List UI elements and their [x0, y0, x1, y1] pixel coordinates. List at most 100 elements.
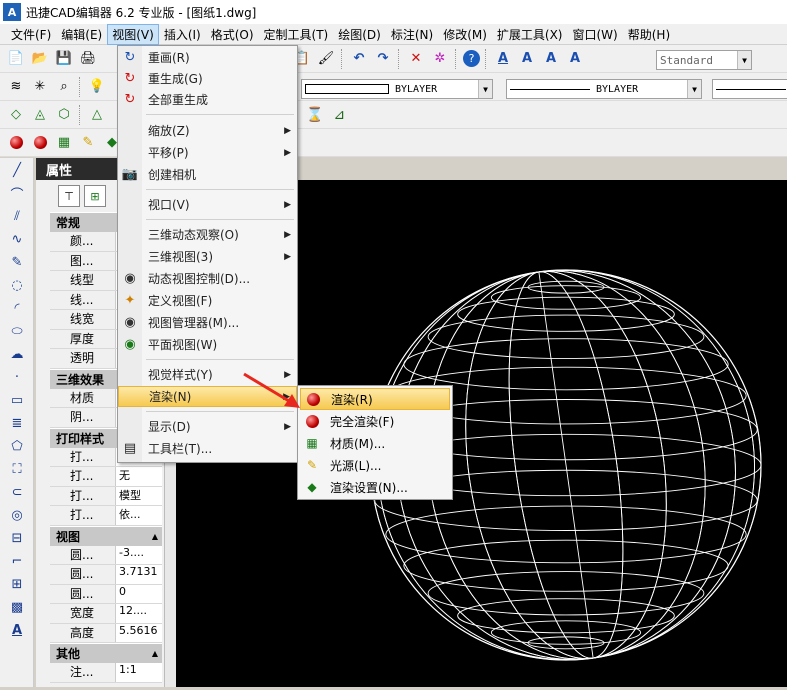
text-edit-icon[interactable]: A [541, 49, 561, 69]
point-tool-icon[interactable]: · [3, 366, 31, 388]
open-folder-icon[interactable]: 📂 [30, 49, 50, 69]
redo-icon[interactable]: ↷ [373, 49, 393, 69]
lineweight-select[interactable]: BYLAYER ▼ [506, 79, 702, 99]
menu-edit[interactable]: 编辑(E) [56, 24, 107, 45]
menu-format[interactable]: 格式(O) [206, 24, 259, 45]
sketch-tool-icon[interactable]: ✎ [3, 251, 31, 273]
purge-icon[interactable]: ✲ [430, 49, 450, 69]
text-find-icon[interactable]: A [565, 49, 585, 69]
menu-modify[interactable]: 修改(M) [438, 24, 492, 45]
submenu-item-full-render[interactable]: 完全渲染(F) [300, 410, 450, 432]
menu-item-3d-orbit[interactable]: 三维动态观察(O) ▶ [118, 224, 297, 245]
layer-manager-icon[interactable]: ≋ [6, 77, 26, 97]
property-row[interactable]: 高度 5.5616 [50, 623, 162, 643]
property-value[interactable]: 无 [116, 467, 162, 486]
property-value[interactable]: 模型 [116, 486, 162, 505]
box-3d-icon[interactable]: ◇ [6, 105, 26, 125]
collapse-icon[interactable]: ▲ [152, 532, 158, 541]
rectangle-tool-icon[interactable]: ▭ [3, 389, 31, 411]
property-row[interactable]: 宽度 12.... [50, 604, 162, 624]
text-tool-icon[interactable]: A [3, 619, 31, 641]
revcloud-tool-icon[interactable]: ☁ [3, 343, 31, 365]
render-icon[interactable] [6, 133, 26, 153]
region-tool-icon[interactable]: ⛶ [3, 458, 31, 480]
menu-item-viewports[interactable]: 视口(V) ▶ [118, 194, 297, 215]
linetype-select[interactable]: BYLAYER ▼ [301, 79, 493, 99]
wipeout-tool-icon[interactable]: ⊟ [3, 527, 31, 549]
menu-item-dview[interactable]: ◉ 动态视图控制(D)... [118, 268, 297, 289]
submenu-item-materials[interactable]: ▦ 材质(M)... [300, 432, 450, 454]
ellipse-tool-icon[interactable]: ⬭ [3, 320, 31, 342]
print-icon[interactable]: 🖨 [78, 49, 98, 69]
menu-item-pan[interactable]: 平移(P) ▶ [118, 142, 297, 163]
layer-previous-icon[interactable]: ⌕ [54, 77, 74, 97]
circle-tool-icon[interactable]: ◌ [3, 274, 31, 296]
select-objects-icon[interactable]: ⊤ [58, 185, 80, 207]
menu-item-create-camera[interactable]: 📷 创建相机 [118, 164, 297, 185]
property-row[interactable]: 打... 无 [50, 467, 162, 487]
solid-edit-icon[interactable]: ⌛ [306, 107, 323, 123]
menu-item-regen[interactable]: ↻ 重生成(G) [118, 68, 297, 89]
submenu-item-render-settings[interactable]: ◆ 渲染设置(N)... [300, 476, 450, 498]
text-style-select[interactable]: Standard ▼ [656, 50, 752, 70]
match-properties-icon[interactable]: 🖌 [316, 49, 336, 69]
property-row[interactable]: 圆... -3.... [50, 545, 162, 565]
lightbulb-icon[interactable]: 💡 [87, 77, 107, 97]
donut-tool-icon[interactable]: ◎ [3, 504, 31, 526]
property-value[interactable]: 1:1 [116, 663, 162, 682]
pyramid-3d-icon[interactable]: △ [87, 105, 107, 125]
property-row[interactable]: 打... 依... [50, 506, 162, 526]
property-row[interactable]: 打... 模型 [50, 486, 162, 506]
fillet-tool-icon[interactable]: ⌐ [3, 550, 31, 572]
menu-item-define-view[interactable]: ✦ 定义视图(F) [118, 290, 297, 311]
menu-dimension[interactable]: 标注(N) [386, 24, 438, 45]
plotstyle-select[interactable] [712, 79, 787, 99]
arc-tool-icon[interactable]: ◜ [3, 297, 31, 319]
menu-item-3d-views[interactable]: 三维视图(3) ▶ [118, 246, 297, 267]
property-value[interactable]: 3.7131 [116, 565, 162, 584]
hatch-tool-icon[interactable]: ≣ [3, 412, 31, 434]
menu-item-zoom[interactable]: 缩放(Z) ▶ [118, 120, 297, 141]
submenu-item-lights[interactable]: ✎ 光源(L)... [300, 454, 450, 476]
wedge-3d-icon[interactable]: ◬ [30, 105, 50, 125]
polyline-tool-icon[interactable]: ⌒ [3, 182, 31, 204]
polygon-tool-icon[interactable]: ⬠ [3, 435, 31, 457]
line-tool-icon[interactable]: ╱ [3, 159, 31, 181]
property-row[interactable]: 注... 1:1 [50, 663, 162, 683]
text-style-icon[interactable]: A [493, 49, 513, 69]
table-tool-icon[interactable]: ⊞ [3, 573, 31, 595]
menu-custom-tools[interactable]: 定制工具(T) [259, 24, 334, 45]
menu-item-redraw[interactable]: ↻ 重画(R) [118, 47, 297, 68]
menu-item-view-manager[interactable]: ◉ 视图管理器(M)... [118, 312, 297, 333]
property-value[interactable]: 依... [116, 506, 162, 525]
boundary-tool-icon[interactable]: ⊂ [3, 481, 31, 503]
layer-state-icon[interactable]: ✳ [30, 77, 50, 97]
section-view[interactable]: 视图 ▲ [50, 525, 162, 546]
property-value[interactable]: 0 [116, 584, 162, 603]
gradient-tool-icon[interactable]: ▩ [3, 596, 31, 618]
menu-draw[interactable]: 绘图(D) [333, 24, 386, 45]
menu-insert[interactable]: 插入(I) [159, 24, 206, 45]
submenu-item-render[interactable]: 渲染(R) [300, 388, 450, 410]
menu-item-regen-all[interactable]: ↻ 全部重生成 [118, 89, 297, 110]
new-file-icon[interactable]: 📄 [6, 49, 26, 69]
property-value[interactable]: -3.... [116, 545, 162, 564]
menu-extend-tools[interactable]: 扩展工具(X) [492, 24, 568, 45]
slice-icon[interactable]: ⊿ [333, 107, 345, 123]
full-render-icon[interactable] [30, 133, 50, 153]
property-row[interactable]: 圆... 0 [50, 584, 162, 604]
property-value[interactable]: 12.... [116, 604, 162, 623]
menu-help[interactable]: 帮助(H) [623, 24, 675, 45]
multiline-tool-icon[interactable]: ⫽ [3, 205, 31, 227]
materials-icon[interactable]: ▦ [54, 133, 74, 153]
text-icon[interactable]: A [517, 49, 537, 69]
menu-view[interactable]: 视图(V) [107, 23, 159, 45]
light-icon[interactable]: ✎ [78, 133, 98, 153]
collapse-icon[interactable]: ▲ [152, 649, 158, 658]
property-row[interactable]: 圆... 3.7131 [50, 565, 162, 585]
section-other[interactable]: 其他 ▲ [50, 643, 162, 663]
delete-icon[interactable]: ✕ [406, 49, 426, 69]
spline-tool-icon[interactable]: ∿ [3, 228, 31, 250]
menu-item-toolbars[interactable]: ▤ 工具栏(T)... [118, 438, 297, 459]
menu-item-plan-view[interactable]: ◉ 平面视图(W) [118, 334, 297, 355]
